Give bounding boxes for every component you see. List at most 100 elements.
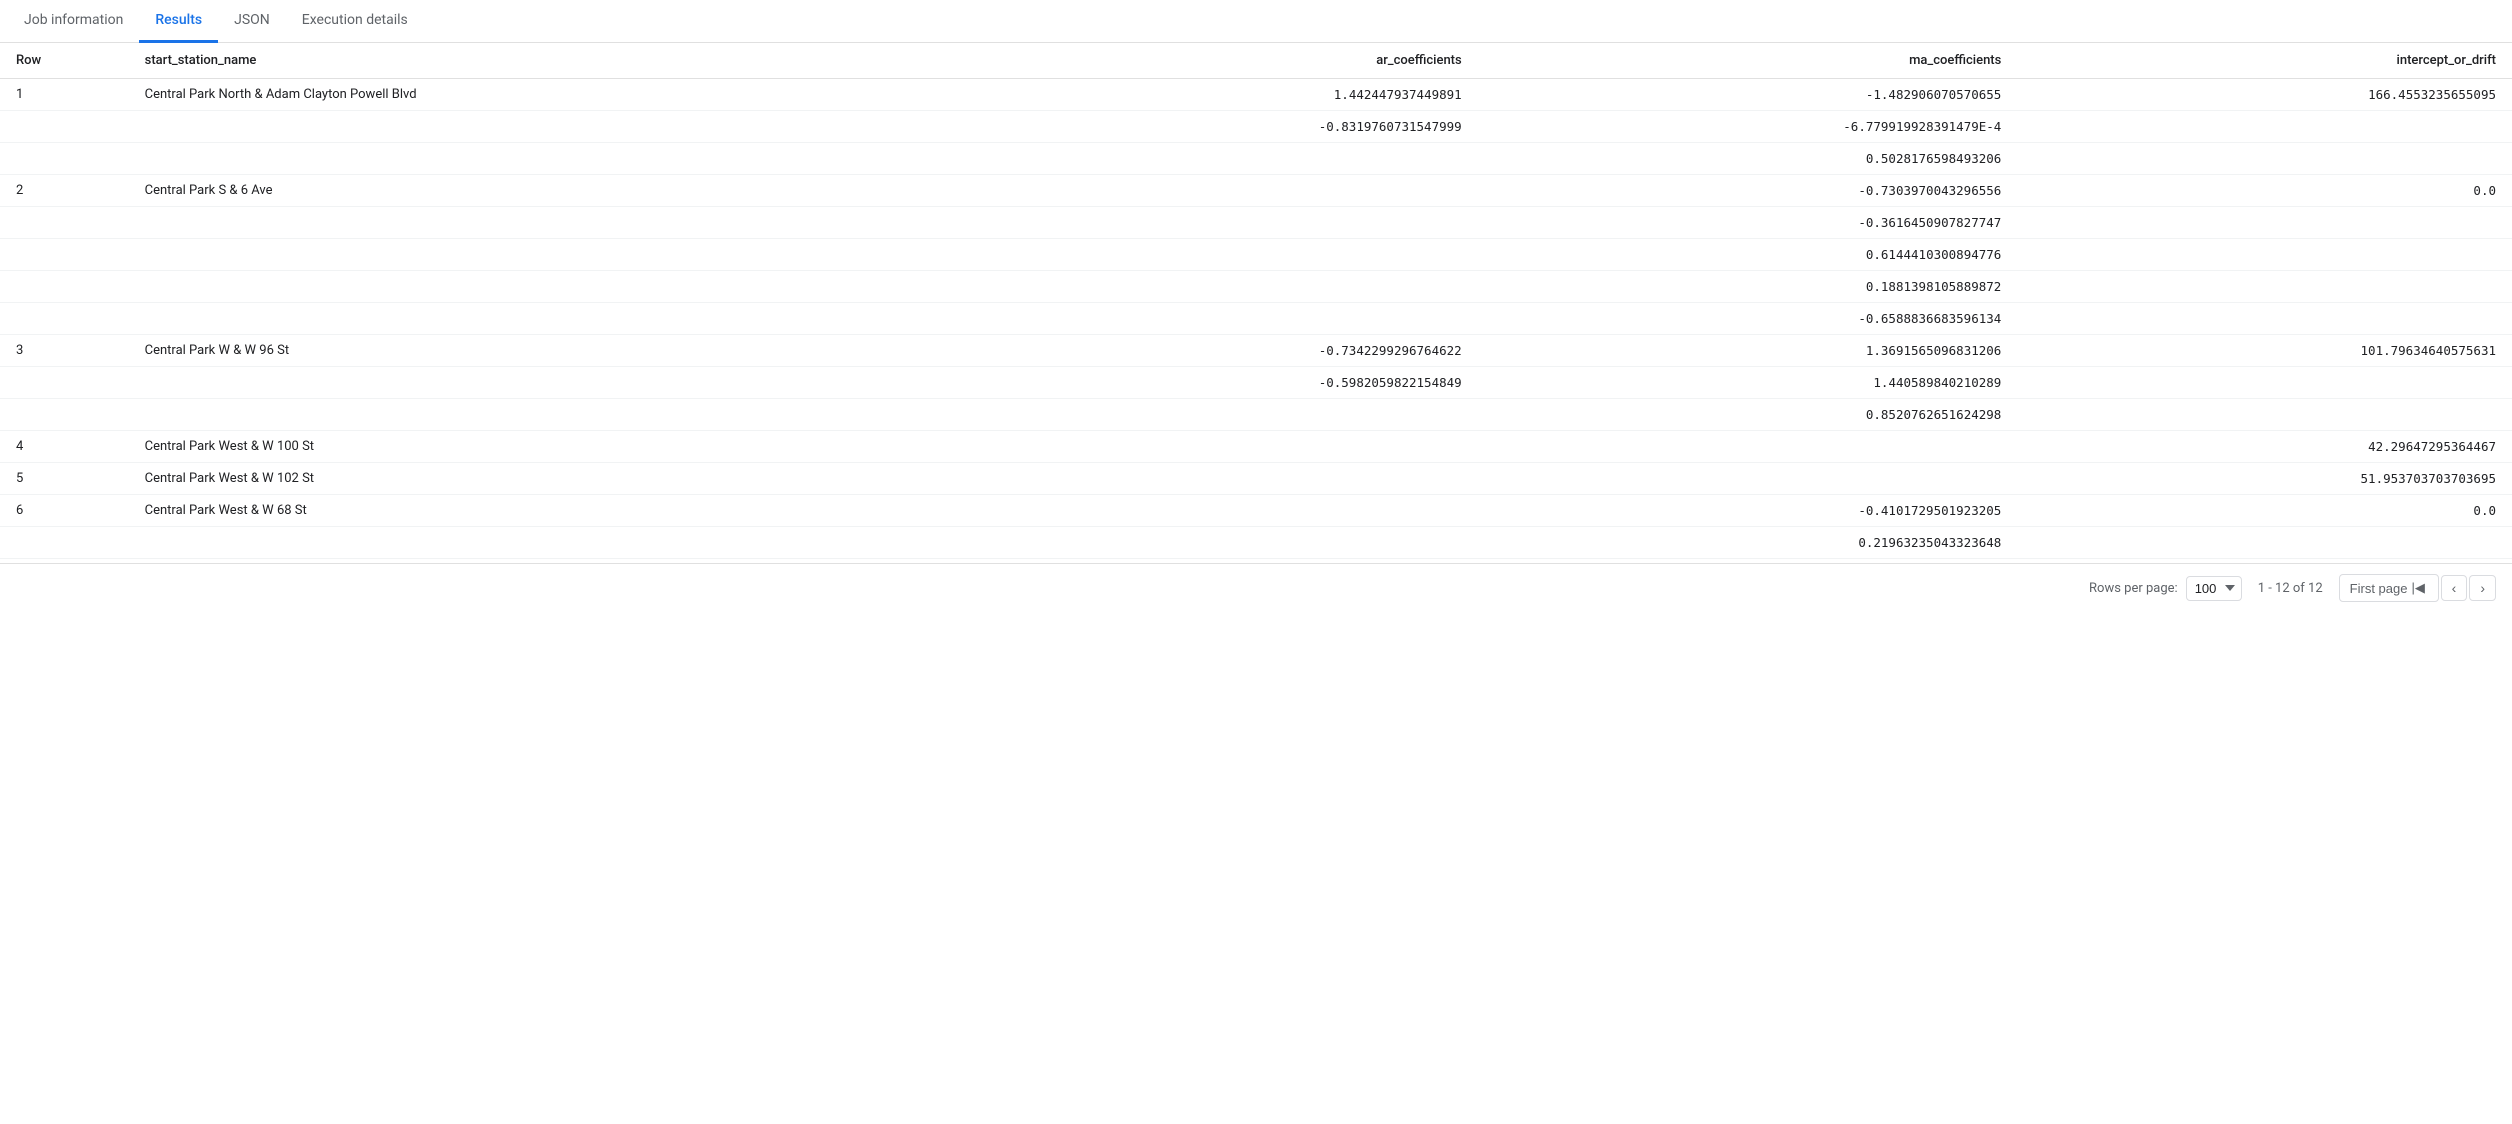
col-header-ma_coefficients: ma_coefficients (1478, 43, 2018, 79)
ar-coefficient (983, 399, 1478, 431)
ar-coefficient (983, 239, 1478, 271)
ar-coefficient (983, 495, 1478, 527)
ma-coefficient: -1.482906070570655 (1478, 79, 2018, 111)
ar-coefficient (983, 271, 1478, 303)
station-name (129, 111, 983, 143)
station-name (129, 303, 983, 335)
ar-coefficient (983, 527, 1478, 559)
tab-job-information[interactable]: Job information (8, 0, 139, 43)
ma-coefficient: -0.4101729501923205 (1478, 495, 2018, 527)
station-name (129, 143, 983, 175)
tab-execution-details[interactable]: Execution details (286, 0, 424, 43)
intercept-or-drift: 42.29647295364467 (2017, 431, 2512, 463)
table-row: 5Central Park West & W 102 St51.95370370… (0, 463, 2512, 495)
station-name (129, 399, 983, 431)
row-number (0, 239, 129, 271)
ar-coefficient: 1.442447937449891 (983, 79, 1478, 111)
col-header-intercept_or_drift: intercept_or_drift (2017, 43, 2512, 79)
ar-coefficient (983, 463, 1478, 495)
row-number: 1 (0, 79, 129, 111)
station-name (129, 239, 983, 271)
intercept-or-drift: 51.953703703703695 (2017, 463, 2512, 495)
ar-coefficient (983, 431, 1478, 463)
intercept-or-drift (2017, 111, 2512, 143)
ma-coefficient: -0.7303970043296556 (1478, 175, 2018, 207)
rows-per-page-select[interactable]: 102550100 (2186, 576, 2242, 601)
intercept-or-drift: 101.79634640575631 (2017, 335, 2512, 367)
table-row: 0.5028176598493206 (0, 143, 2512, 175)
table-row: 4Central Park West & W 100 St42.29647295… (0, 431, 2512, 463)
ma-coefficient (1478, 431, 2018, 463)
ar-coefficient: -0.5982059822154849 (983, 367, 1478, 399)
intercept-or-drift (2017, 271, 2512, 303)
table-row: -0.6588836683596134 (0, 303, 2512, 335)
station-name (129, 207, 983, 239)
row-number (0, 303, 129, 335)
intercept-or-drift (2017, 207, 2512, 239)
tab-bar: Job informationResultsJSONExecution deta… (0, 0, 2512, 43)
row-number: 5 (0, 463, 129, 495)
row-number (0, 399, 129, 431)
table-row: -0.59820598221548491.440589840210289 (0, 367, 2512, 399)
row-number (0, 271, 129, 303)
results-table-container: Rowstart_station_namear_coefficientsma_c… (0, 43, 2512, 559)
ma-coefficient: 1.440589840210289 (1478, 367, 2018, 399)
tab-results[interactable]: Results (139, 0, 218, 43)
first-page-icon: |◀ (2411, 580, 2424, 596)
station-name: Central Park W & W 96 St (129, 335, 983, 367)
ar-coefficient: -0.8319760731547999 (983, 111, 1478, 143)
station-name: Central Park North & Adam Clayton Powell… (129, 79, 983, 111)
intercept-or-drift (2017, 367, 2512, 399)
prev-page-button[interactable]: ‹ (2441, 575, 2468, 601)
intercept-or-drift (2017, 239, 2512, 271)
col-header-start_station_name: start_station_name (129, 43, 983, 79)
ma-coefficient: 0.21963235043323648 (1478, 527, 2018, 559)
intercept-or-drift: 0.0 (2017, 495, 2512, 527)
ar-coefficient: -0.7342299296764622 (983, 335, 1478, 367)
first-page-button[interactable]: First page |◀ (2339, 574, 2439, 602)
table-row: 0.1881398105889872 (0, 271, 2512, 303)
pagination-info: 1 - 12 of 12 (2258, 581, 2323, 596)
ar-coefficient (983, 175, 1478, 207)
ar-coefficient (983, 143, 1478, 175)
next-page-button[interactable]: › (2469, 575, 2496, 601)
table-body: 1Central Park North & Adam Clayton Powel… (0, 79, 2512, 559)
station-name (129, 527, 983, 559)
col-header-row: Row (0, 43, 129, 79)
station-name (129, 271, 983, 303)
ma-coefficient: 0.5028176598493206 (1478, 143, 2018, 175)
table-row: 3Central Park W & W 96 St-0.734229929676… (0, 335, 2512, 367)
tab-json[interactable]: JSON (218, 0, 286, 43)
next-icon: › (2480, 581, 2485, 595)
row-number (0, 527, 129, 559)
ma-coefficient: -6.779919928391479E-4 (1478, 111, 2018, 143)
intercept-or-drift: 0.0 (2017, 175, 2512, 207)
ma-coefficient (1478, 463, 2018, 495)
ma-coefficient: 1.3691565096831206 (1478, 335, 2018, 367)
ar-coefficient (983, 207, 1478, 239)
station-name: Central Park West & W 68 St (129, 495, 983, 527)
row-number: 2 (0, 175, 129, 207)
col-header-ar_coefficients: ar_coefficients (983, 43, 1478, 79)
table-row: -0.8319760731547999-6.779919928391479E-4 (0, 111, 2512, 143)
table-row: 0.21963235043323648 (0, 527, 2512, 559)
first-page-label: First page (2350, 581, 2408, 596)
ma-coefficient: 0.8520762651624298 (1478, 399, 2018, 431)
ma-coefficient: -0.3616450907827747 (1478, 207, 2018, 239)
results-table: Rowstart_station_namear_coefficientsma_c… (0, 43, 2512, 559)
intercept-or-drift: 166.4553235655095 (2017, 79, 2512, 111)
ma-coefficient: -0.6588836683596134 (1478, 303, 2018, 335)
pagination-buttons: First page |◀ ‹ › (2339, 574, 2496, 602)
row-number (0, 367, 129, 399)
table-row: 6Central Park West & W 68 St-0.410172950… (0, 495, 2512, 527)
intercept-or-drift (2017, 143, 2512, 175)
ma-coefficient: 0.6144410300894776 (1478, 239, 2018, 271)
intercept-or-drift (2017, 303, 2512, 335)
ma-coefficient: 0.1881398105889872 (1478, 271, 2018, 303)
station-name: Central Park S & 6 Ave (129, 175, 983, 207)
intercept-or-drift (2017, 527, 2512, 559)
table-footer: Rows per page: 102550100 1 - 12 of 12 Fi… (0, 563, 2512, 612)
table-row: -0.3616450907827747 (0, 207, 2512, 239)
ar-coefficient (983, 303, 1478, 335)
table-row: 2Central Park S & 6 Ave -0.73039700432965… (0, 175, 2512, 207)
